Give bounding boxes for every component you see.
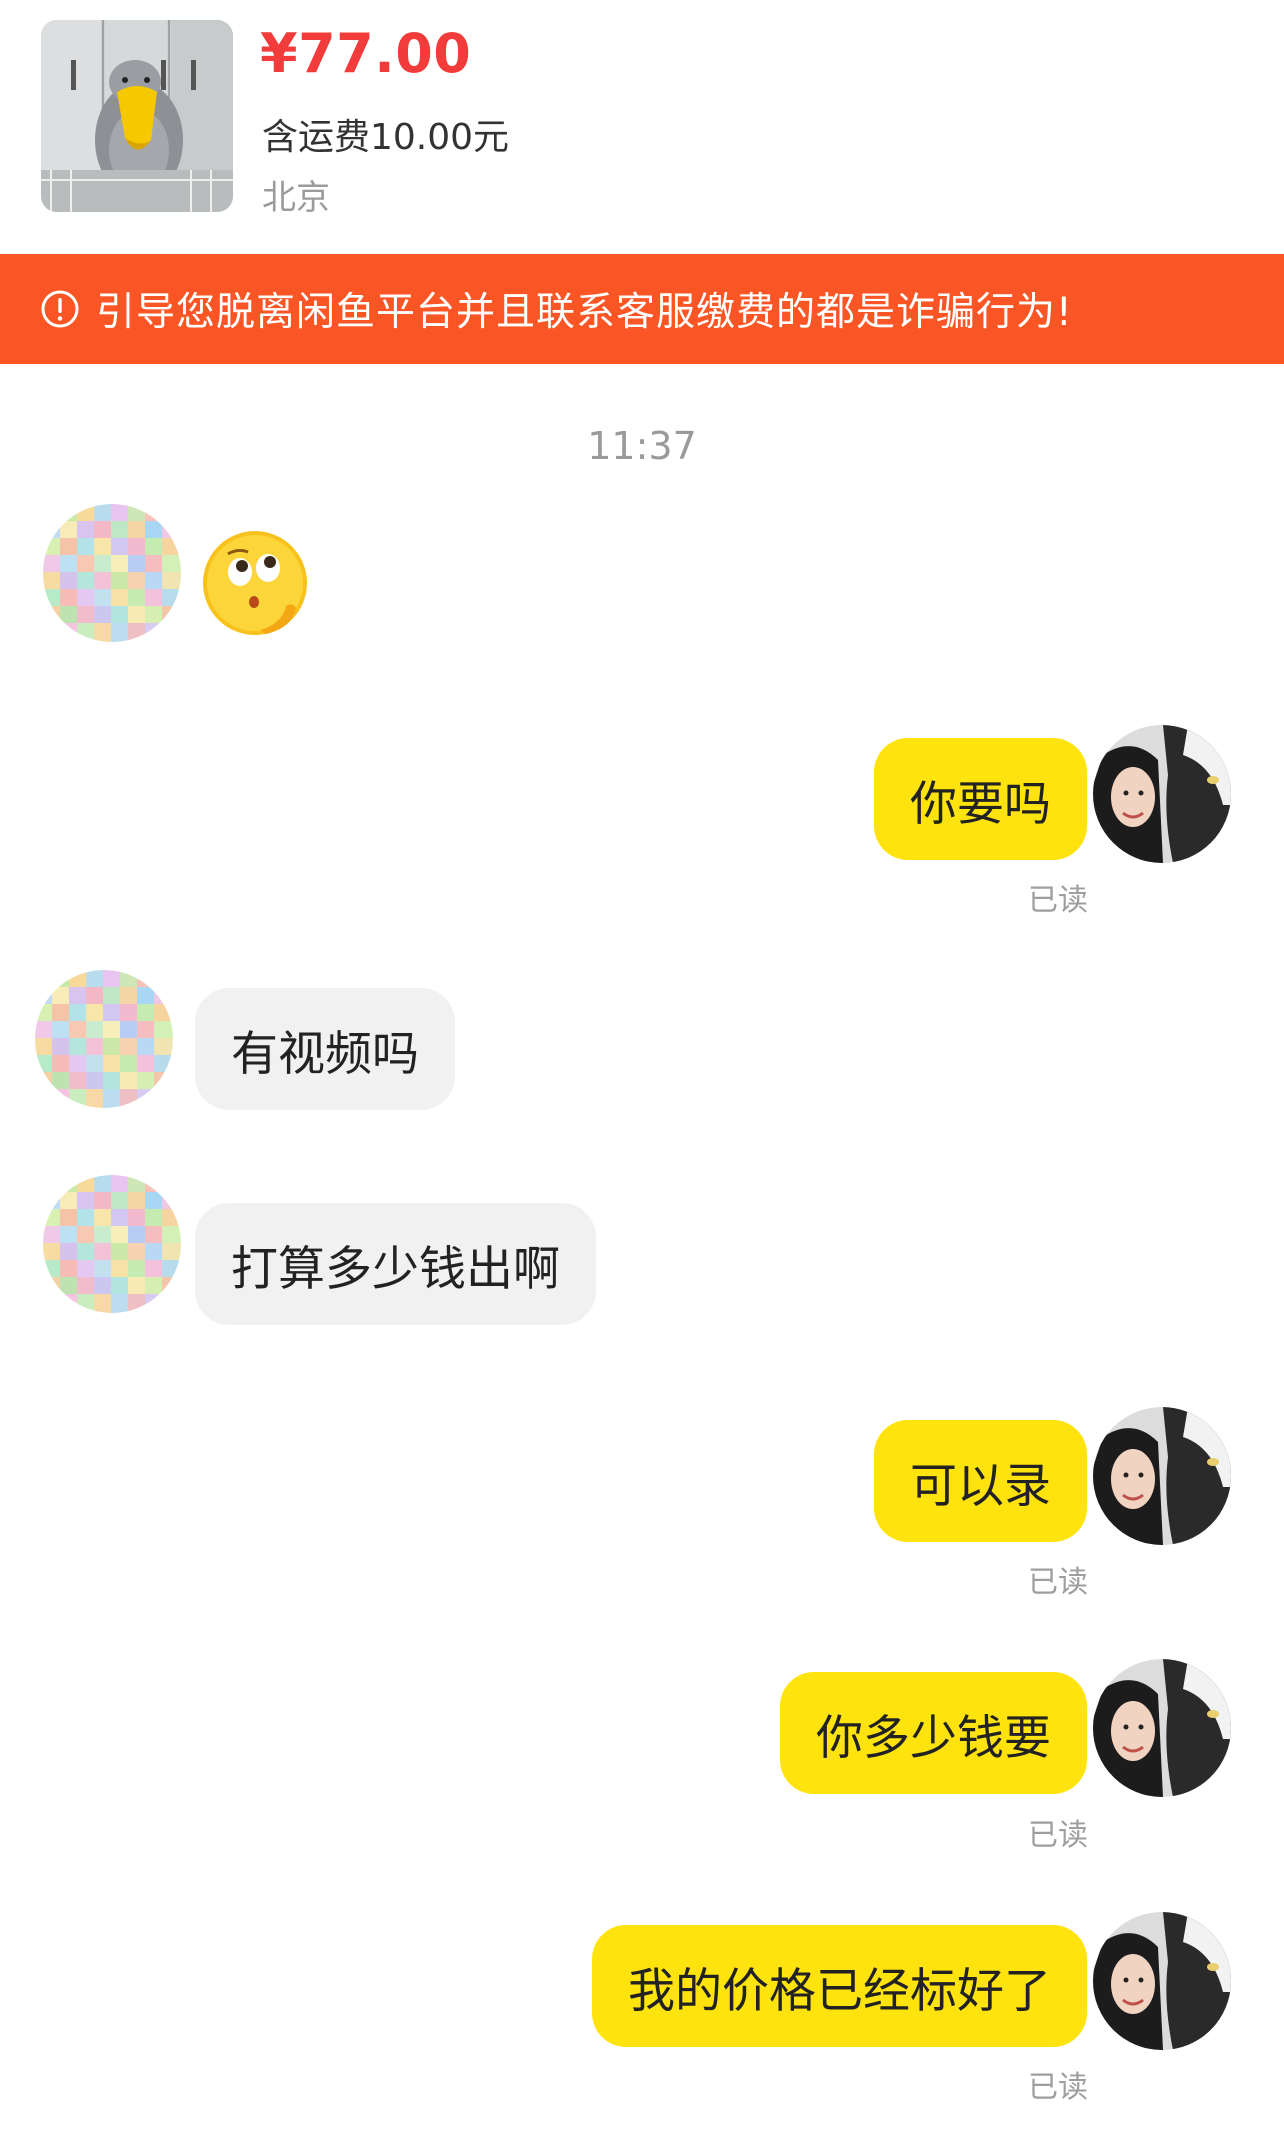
my-message-bubble[interactable]: 我的价格已经标好了 xyxy=(592,1925,1087,2047)
my-message-bubble[interactable]: 你多少钱要 xyxy=(780,1672,1087,1794)
my-message-bubble[interactable]: 可以录 xyxy=(874,1420,1087,1542)
shipping-fee: 含运费10.00元 xyxy=(262,117,510,158)
product-thumbnail[interactable] xyxy=(41,20,233,212)
buyer-avatar[interactable] xyxy=(43,504,181,642)
thinking-face-emoji xyxy=(200,528,310,638)
read-status: 已读 xyxy=(1028,1565,1088,1600)
my-avatar[interactable] xyxy=(1093,1659,1231,1797)
buyer-avatar[interactable] xyxy=(43,1175,181,1313)
my-avatar[interactable] xyxy=(1093,1912,1231,2050)
read-status: 已读 xyxy=(1028,1818,1088,1853)
warning-text: 引导您脱离闲鱼平台并且联系客服缴费的都是诈骗行为! xyxy=(96,290,1073,335)
my-avatar[interactable] xyxy=(1093,1407,1231,1545)
chat-timestamp: 11:37 xyxy=(587,424,697,468)
my-avatar[interactable] xyxy=(1093,725,1231,863)
their-message-bubble[interactable]: 有视频吗 xyxy=(195,988,455,1110)
product-price: ¥77.00 xyxy=(260,22,472,85)
read-status: 已读 xyxy=(1028,2070,1088,2105)
toucan-plush-image xyxy=(41,20,233,212)
their-message-bubble[interactable]: 打算多少钱出啊 xyxy=(195,1203,596,1325)
product-card[interactable]: ¥77.00 含运费10.00元 北京 xyxy=(0,0,1284,256)
read-status: 已读 xyxy=(1028,883,1088,918)
buyer-avatar[interactable] xyxy=(35,970,173,1108)
alert-circle-icon xyxy=(40,289,80,329)
my-message-bubble[interactable]: 你要吗 xyxy=(874,738,1087,860)
fraud-warning-banner: 引导您脱离闲鱼平台并且联系客服缴费的都是诈骗行为! xyxy=(0,254,1284,364)
product-location: 北京 xyxy=(262,178,330,218)
